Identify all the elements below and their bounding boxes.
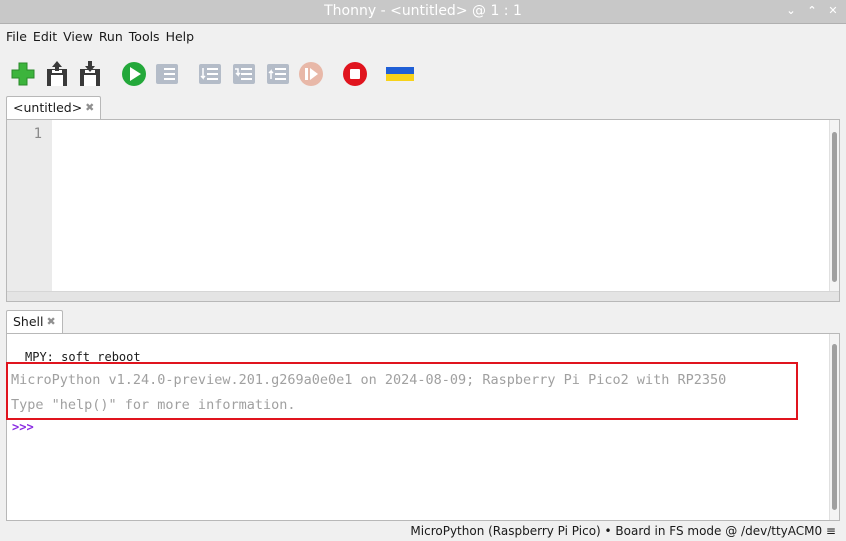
code-editor[interactable]: 1	[6, 119, 840, 302]
close-button[interactable]: ✕	[826, 4, 840, 18]
new-file-icon[interactable]	[9, 60, 37, 88]
title-bar: Thonny - <untitled> @ 1 : 1 ⌄ ⌃ ✕	[0, 0, 846, 24]
shell-line: MicroPython v1.24.0-preview.201.g269a0e0…	[11, 372, 727, 388]
editor-horizontal-scrollbar[interactable]	[7, 291, 839, 301]
run-icon[interactable]	[120, 60, 148, 88]
ukraine-flag-icon[interactable]	[385, 60, 414, 88]
menu-run[interactable]: Run	[99, 26, 129, 48]
step-into-icon[interactable]	[230, 60, 258, 88]
window-title: Thonny - <untitled> @ 1 : 1	[324, 3, 522, 19]
stop-icon[interactable]	[341, 60, 369, 88]
minimize-button[interactable]: ⌄	[784, 4, 798, 18]
close-icon[interactable]: ✖	[85, 97, 94, 119]
status-bar[interactable]: MicroPython (Raspberry Pi Pico) • Board …	[0, 522, 846, 541]
line-number-gutter: 1	[7, 120, 52, 292]
tab-shell[interactable]: Shell ✖	[6, 310, 63, 333]
menu-tools[interactable]: Tools	[129, 26, 166, 48]
step-over-icon[interactable]	[196, 60, 224, 88]
close-icon[interactable]: ✖	[47, 311, 56, 333]
shell-vertical-scrollbar[interactable]	[829, 334, 839, 520]
toolbar	[0, 56, 846, 92]
save-file-icon[interactable]	[76, 60, 104, 88]
line-number: 1	[33, 126, 42, 142]
menu-edit[interactable]: Edit	[33, 26, 63, 48]
shell-panel[interactable]: MPY: soft reboot MicroPython v1.24.0-pre…	[6, 333, 840, 521]
shell-tab-strip: Shell ✖	[0, 310, 846, 334]
menu-help[interactable]: Help	[166, 26, 201, 48]
menu-file[interactable]: File	[6, 26, 33, 48]
editor-tab-strip: <untitled> ✖	[0, 96, 846, 120]
maximize-button[interactable]: ⌃	[805, 4, 819, 18]
step-out-icon[interactable]	[264, 60, 292, 88]
resume-icon[interactable]	[297, 60, 325, 88]
tab-label: Shell	[13, 314, 44, 329]
shell-prompt[interactable]: >>>	[12, 420, 34, 434]
shell-line: Type "help()" for more information.	[11, 397, 296, 413]
tab-untitled[interactable]: <untitled> ✖	[6, 96, 102, 119]
menu-view[interactable]: View	[63, 26, 99, 48]
shell-line: MPY: soft reboot	[25, 350, 141, 364]
debug-icon[interactable]	[153, 60, 181, 88]
open-file-icon[interactable]	[43, 60, 71, 88]
tab-label: <untitled>	[13, 100, 83, 115]
editor-vertical-scrollbar[interactable]	[829, 120, 839, 292]
menu-bar: File Edit View Run Tools Help	[0, 26, 200, 48]
